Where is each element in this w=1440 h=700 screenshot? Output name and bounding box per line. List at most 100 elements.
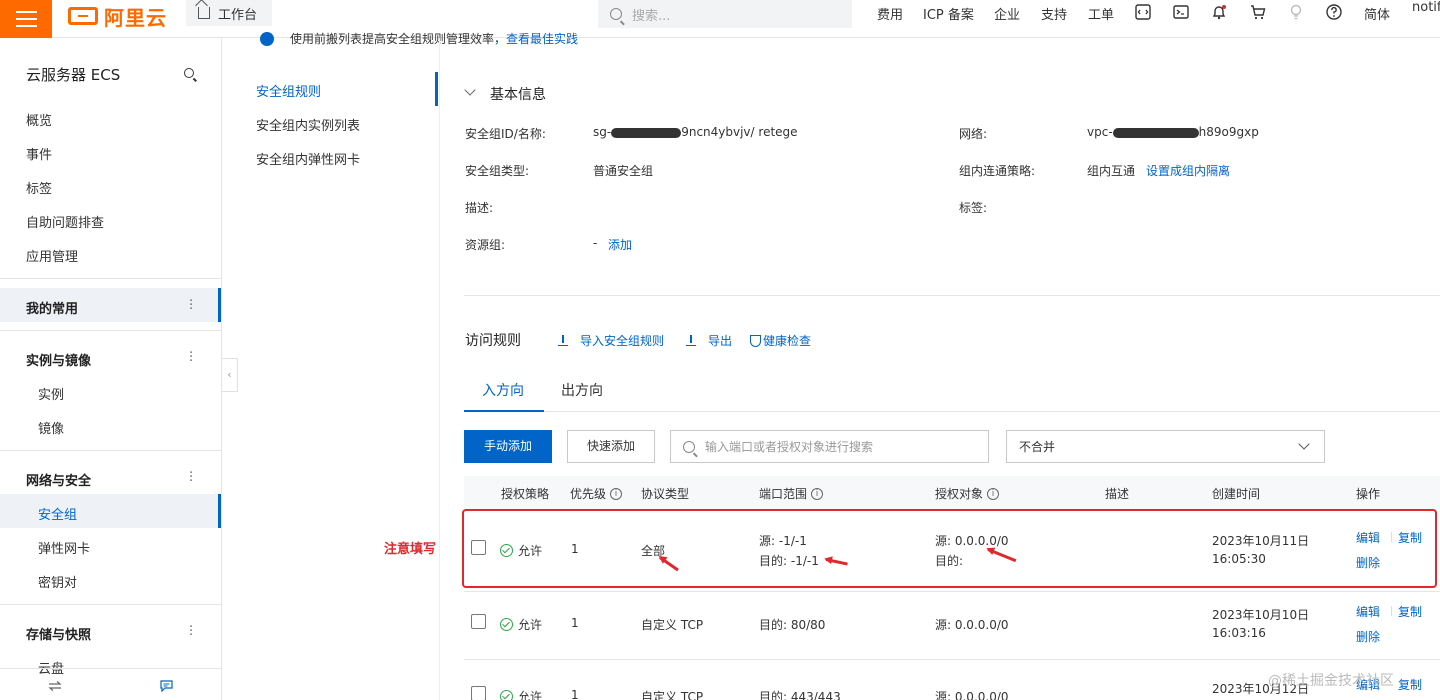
tab-inbound[interactable]: 入方向 [482,380,524,400]
check-circle-icon [500,690,513,700]
global-search-input[interactable]: 搜索... [598,0,852,28]
annotation-highlight-box [462,509,1437,588]
row-date: 2023年10月10日 [1212,608,1310,622]
switch-icon[interactable] [48,681,62,691]
sidebar-item-keypair[interactable]: 密钥对 [38,572,77,591]
access-rules-title: 访问规则 [465,333,521,349]
sidebar-group-storage[interactable]: 存储与快照 [26,624,91,643]
sg-id-label: 安全组ID/名称: [465,127,546,141]
sidebar-item-eni[interactable]: 弹性网卡 [38,538,90,557]
sidebar-item-instance[interactable]: 实例 [38,384,64,403]
info-icon[interactable]: i [811,487,824,500]
basic-info-title: 基本信息 [490,87,546,103]
sidebar-group-instances[interactable]: 实例与镜像 [26,350,91,369]
col-target[interactable]: 授权对象 i [935,485,1000,502]
terminal-icon[interactable] [1173,4,1189,20]
info-icon[interactable]: i [987,487,1000,500]
sidebar-search-icon[interactable] [184,68,194,78]
divider [0,604,221,605]
secondary-nav: 安全组规则 安全组内实例列表 安全组内弹性网卡 [222,38,440,700]
edit-link[interactable]: 编辑 [1356,603,1380,620]
language-switch[interactable]: 简体 [1364,4,1390,23]
help-icon[interactable] [1326,4,1342,20]
table-header: 授权策略 优先级 i 协议类型 端口范围 i 授权对象 i 描述 创建时间 操作 [464,476,1440,509]
sidebar-item-overview[interactable]: 概览 [26,110,52,129]
copy-link[interactable]: 复制 [1398,603,1422,620]
sg-type-value: 普通安全组 [593,164,654,178]
sidebar-item-tags[interactable]: 标签 [26,178,52,197]
chevron-down-icon[interactable] [464,84,476,96]
row-policy: 允许 [518,690,543,700]
code-icon[interactable] [1135,4,1151,20]
aliyun-logo[interactable]: 阿里云 [68,4,167,30]
sidebar-group-network[interactable]: 网络与安全 [26,470,91,489]
instances-more-icon[interactable]: · · · [189,347,193,368]
row-target-src: 源: 0.0.0.0/0 [935,690,1009,700]
add-resource-group-link[interactable]: 添加 [608,236,632,253]
sidebar-item-security-group[interactable]: 安全组 [38,504,77,523]
col-created: 创建时间 [1212,487,1261,501]
merge-select[interactable]: 不合并 [1006,430,1325,463]
row-divider [464,591,1440,592]
col-priority[interactable]: 优先级 i [570,485,623,502]
subnav-item-instances[interactable]: 安全组内实例列表 [256,115,360,134]
upload-icon [558,334,568,346]
sidebar-item-events[interactable]: 事件 [26,144,52,163]
tab-outbound[interactable]: 出方向 [561,380,603,400]
network-value[interactable]: vpc-h89o9gxp [1087,125,1259,139]
col-protocol: 协议类型 [641,487,690,501]
bulb-icon[interactable] [1288,4,1304,20]
nav-support[interactable]: 支持 [1041,4,1067,23]
rule-search-placeholder: 输入端口或者授权对象进行搜索 [705,440,874,454]
sidebar-group-favorites[interactable]: 我的常用 [26,298,78,317]
manual-add-button[interactable]: 手动添加 [464,430,552,463]
set-isolation-link[interactable]: 设置成组内隔离 [1146,162,1230,179]
import-rules-button[interactable]: 导入安全组规则 [558,332,664,349]
info-icon[interactable]: i [610,487,623,500]
search-icon [610,8,622,20]
favorites-more-icon[interactable]: · · · [189,295,193,316]
rule-search-input[interactable]: 输入端口或者授权对象进行搜索 [670,430,989,463]
row-protocol: 自定义 TCP [641,690,704,700]
nav-billing[interactable]: 费用 [877,4,903,23]
workbench-button[interactable]: 工作台 [186,0,272,26]
row-checkbox[interactable] [471,614,486,629]
copy-link[interactable]: 复制 [1398,676,1422,693]
row-checkbox[interactable] [471,686,486,700]
row-protocol: 自定义 TCP [641,618,704,632]
nav-icp[interactable]: ICP 备案 [923,4,974,23]
quick-add-button[interactable]: 快速添加 [567,430,655,463]
row-time: 16:03:16 [1212,626,1266,640]
annotation-label: 注意填写 [384,542,437,557]
network-more-icon[interactable]: · · · [189,467,193,488]
subnav-item-eni[interactable]: 安全组内弹性网卡 [256,149,360,168]
sidebar-item-image[interactable]: 镜像 [38,418,64,437]
tab-active-indicator [464,410,544,412]
bell-icon[interactable] [1211,4,1227,20]
feedback-icon[interactable] [160,680,173,692]
divider [0,450,221,451]
row-target-src: 源: 0.0.0.0/0 [935,618,1009,632]
sidebar-item-troubleshoot[interactable]: 自助问题排查 [26,212,104,231]
export-button[interactable]: 导出 [686,332,732,349]
sidebar-item-app-management[interactable]: 应用管理 [26,246,78,265]
menu-icon[interactable] [0,0,52,38]
shield-icon [750,334,761,347]
nav-enterprise[interactable]: 企业 [994,4,1020,23]
health-check-button[interactable]: 健康检查 [750,332,811,349]
merge-select-value: 不合并 [1019,440,1056,454]
row-divider [464,659,1440,660]
separator [1391,606,1392,616]
cart-icon[interactable] [1250,4,1266,20]
subnav-item-rules[interactable]: 安全组规则 [256,81,321,100]
network-label: 网络: [959,127,988,141]
col-port[interactable]: 端口范围 i [759,485,824,502]
sg-type-label: 安全组类型: [465,164,530,178]
delete-link[interactable]: 删除 [1356,628,1380,645]
storage-more-icon[interactable]: · · · [189,621,193,642]
subnav-active-indicator [435,72,438,106]
sidebar-footer [0,668,221,700]
user-menu[interactable]: notif [1412,0,1440,15]
sidebar: 云服务器 ECS 概览 事件 标签 自助问题排查 应用管理 我的常用 · · · 实… [0,38,222,700]
nav-ticket[interactable]: 工单 [1088,4,1114,23]
